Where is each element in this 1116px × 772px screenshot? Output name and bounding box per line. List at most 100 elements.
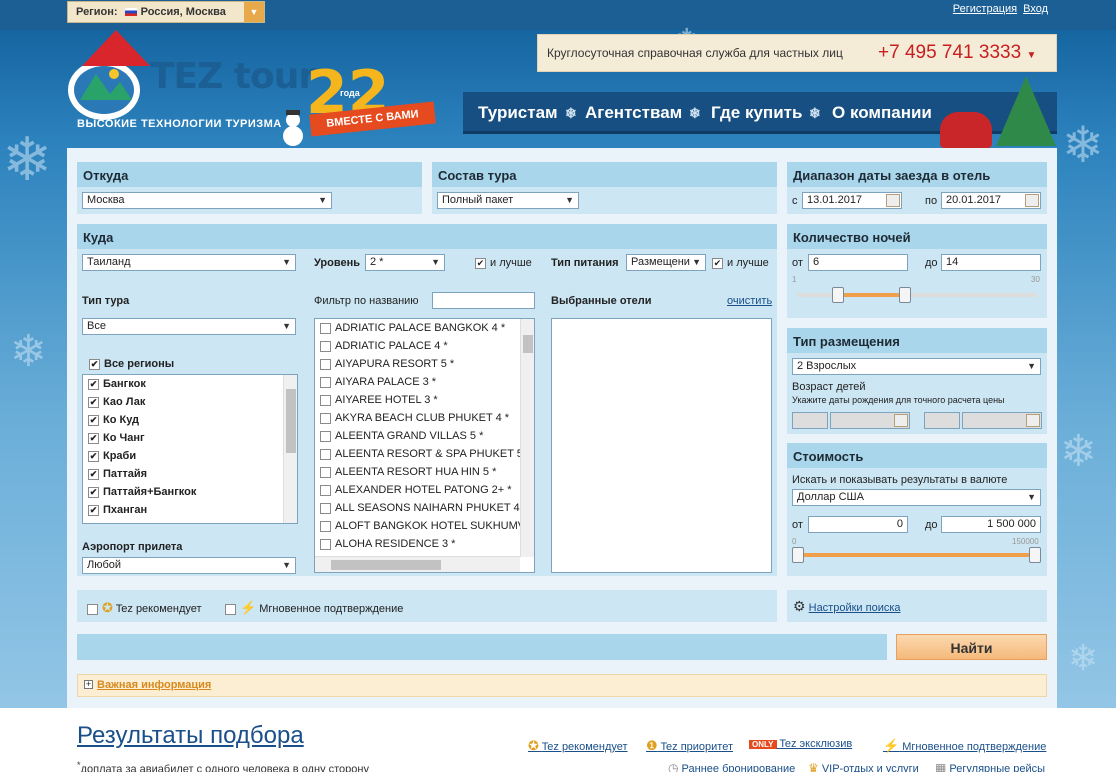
checkbox[interactable] xyxy=(320,502,331,514)
checkbox-checked[interactable]: ✔ xyxy=(88,414,99,426)
list-item[interactable]: ALOHA RESIDENCE 3 * xyxy=(315,535,534,553)
list-item[interactable]: ✔ Паттайя xyxy=(83,465,297,483)
selected-hotels-box[interactable] xyxy=(551,318,772,573)
calendar-icon[interactable] xyxy=(886,194,900,207)
regions-list[interactable]: ✔ Бангкок ✔ Као Лак ✔ Ко Куд ✔ Ко Чанг ✔ Краб… xyxy=(82,374,298,524)
price-slider-handle-from[interactable] xyxy=(792,547,804,563)
accommodation-select[interactable]: 2 Взрослых ▼ xyxy=(792,358,1041,375)
scrollbar-thumb[interactable] xyxy=(523,335,533,353)
list-item[interactable]: ALEXANDER HOTEL PATONG 2+ * xyxy=(315,481,534,499)
calendar-icon[interactable] xyxy=(894,414,908,427)
all-regions[interactable]: ✔ Все регионы xyxy=(89,358,174,370)
checkbox[interactable] xyxy=(320,340,331,352)
child-age-input-2[interactable] xyxy=(924,412,960,429)
nights-from-input[interactable]: 6 xyxy=(808,254,908,271)
checkbox-checked[interactable]: ✔ xyxy=(712,257,723,269)
nav-where-to-buy[interactable]: Где купить xyxy=(711,103,802,123)
instant-confirm-option[interactable]: ⚡ Мгновенное подтверждение xyxy=(225,600,403,616)
country-select[interactable]: Таиланд ▼ xyxy=(82,254,296,271)
checkbox[interactable] xyxy=(320,412,331,424)
nights-slider-handle-from[interactable] xyxy=(832,287,845,303)
nav-agencies[interactable]: Агентствам xyxy=(585,103,682,123)
scrollbar-thumb[interactable] xyxy=(286,389,296,453)
checkbox[interactable] xyxy=(87,603,98,615)
checkbox[interactable] xyxy=(320,376,331,388)
list-item[interactable]: AIYAREE HOTEL 3 * xyxy=(315,391,534,409)
level-select[interactable]: 2 * ▼ xyxy=(365,254,445,271)
checkbox[interactable] xyxy=(320,538,331,550)
chevron-down-icon[interactable]: ▼ xyxy=(244,2,264,22)
checkbox-checked[interactable]: ✔ xyxy=(88,378,99,390)
list-item[interactable]: ✔ Краби xyxy=(83,447,297,465)
nav-tourists[interactable]: Туристам xyxy=(478,103,558,123)
checkbox[interactable] xyxy=(225,603,236,615)
checkbox[interactable] xyxy=(320,520,331,532)
horizontal-scrollbar[interactable] xyxy=(315,556,520,572)
list-item[interactable]: ALEENTA GRAND VILLAS 5 * xyxy=(315,427,534,445)
phone-number[interactable]: +7 495 741 3333 ▼ xyxy=(878,42,1036,64)
price-slider-handle-to[interactable] xyxy=(1029,547,1041,563)
checkbox-checked[interactable]: ✔ xyxy=(88,432,99,444)
calendar-icon[interactable] xyxy=(1026,414,1040,427)
legend-tez-exclusive[interactable]: ONLY Tez эксклюзив xyxy=(749,738,852,750)
level-better[interactable]: ✔ и лучше xyxy=(475,257,532,269)
tour-composition-select[interactable]: Полный пакет ▼ xyxy=(437,192,579,209)
list-item[interactable]: AKYRA BEACH CLUB PHUKET 4 * xyxy=(315,409,534,427)
list-item[interactable]: ✔ Ко Чанг xyxy=(83,429,297,447)
checkbox-checked[interactable]: ✔ xyxy=(88,396,99,408)
clear-link[interactable]: очистить xyxy=(727,295,772,307)
meal-select[interactable]: Размещени ▼ xyxy=(626,254,706,271)
hotels-list[interactable]: ADRIATIC PALACE BANGKOK 4 * ADRIATIC PAL… xyxy=(314,318,535,573)
checkbox[interactable] xyxy=(320,484,331,496)
list-item[interactable]: ALL SEASONS NAIHARN PHUKET 4 * xyxy=(315,499,534,517)
checkbox[interactable] xyxy=(320,448,331,460)
calendar-icon[interactable] xyxy=(1025,194,1039,207)
airport-select[interactable]: Любой ▼ xyxy=(82,557,296,574)
important-info[interactable]: + Важная информация xyxy=(77,674,1047,697)
list-item[interactable]: ✔ Као Лак xyxy=(83,393,297,411)
find-button[interactable]: Найти xyxy=(896,634,1047,660)
search-settings[interactable]: ⚙ Настройки поиска xyxy=(793,598,901,615)
register-link[interactable]: Регистрация xyxy=(953,3,1017,15)
important-info-link[interactable]: Важная информация xyxy=(97,679,211,691)
list-item[interactable]: AIYARA PALACE 3 * xyxy=(315,373,534,391)
nights-to-input[interactable]: 14 xyxy=(941,254,1041,271)
results-title[interactable]: Результаты подбора xyxy=(77,722,304,750)
legend-instant-confirm[interactable]: ⚡ Мгновенное подтверждение xyxy=(883,738,1046,754)
login-link[interactable]: Вход xyxy=(1023,3,1048,15)
checkbox[interactable] xyxy=(320,394,331,406)
list-item[interactable]: ✔ Паттайя+Бангкок xyxy=(83,483,297,501)
list-item[interactable]: ALEENTA RESORT HUA HIN 5 * xyxy=(315,463,534,481)
tez-recommends-option[interactable]: ✪ Tez рекомендует xyxy=(87,600,202,616)
legend-tez-priority[interactable]: ❶ Tez приоритет xyxy=(646,738,733,754)
from-select[interactable]: Москва ▼ xyxy=(82,192,332,209)
checkbox-checked[interactable]: ✔ xyxy=(475,257,486,269)
hotel-filter-input[interactable] xyxy=(432,292,535,309)
checkbox[interactable] xyxy=(320,430,331,442)
scrollbar-thumb[interactable] xyxy=(331,560,441,570)
legend-early-booking[interactable]: ◷ Раннее бронирование xyxy=(668,761,795,772)
nights-slider-handle-to[interactable] xyxy=(898,287,911,303)
list-item[interactable]: ✔ Пханган xyxy=(83,501,297,519)
scrollbar[interactable] xyxy=(520,319,534,557)
nav-about[interactable]: О компании xyxy=(832,103,932,123)
region-selector[interactable]: Регион: Россия, Москва ▼ xyxy=(67,1,265,23)
tour-type-select[interactable]: Все ▼ xyxy=(82,318,296,335)
legend-vip[interactable]: ♛ VIP-отдых и услуги xyxy=(808,761,919,772)
list-item[interactable]: ADRIATIC PALACE BANGKOK 4 * xyxy=(315,319,534,337)
child-age-input-1[interactable] xyxy=(792,412,828,429)
list-item[interactable]: ALOFT BANGKOK HOTEL SUKHUMVIT xyxy=(315,517,534,535)
checkbox-checked[interactable]: ✔ xyxy=(88,450,99,462)
legend-tez-recommends[interactable]: ✪ Tez рекомендует xyxy=(528,738,628,754)
checkbox[interactable] xyxy=(320,358,331,370)
search-settings-link[interactable]: Настройки поиска xyxy=(809,602,901,614)
list-item[interactable]: AIYAPURA RESORT 5 * xyxy=(315,355,534,373)
checkbox[interactable] xyxy=(320,322,331,334)
list-item[interactable]: ✔ Ко Куд xyxy=(83,411,297,429)
legend-regular-flights[interactable]: ▦ Регулярные рейсы xyxy=(935,761,1045,772)
currency-select[interactable]: Доллар США ▼ xyxy=(792,489,1041,506)
checkbox-checked[interactable]: ✔ xyxy=(88,468,99,480)
list-item[interactable]: ADRIATIC PALACE 4 * xyxy=(315,337,534,355)
scrollbar[interactable] xyxy=(283,375,297,523)
price-to-input[interactable]: 1 500 000 xyxy=(941,516,1041,533)
